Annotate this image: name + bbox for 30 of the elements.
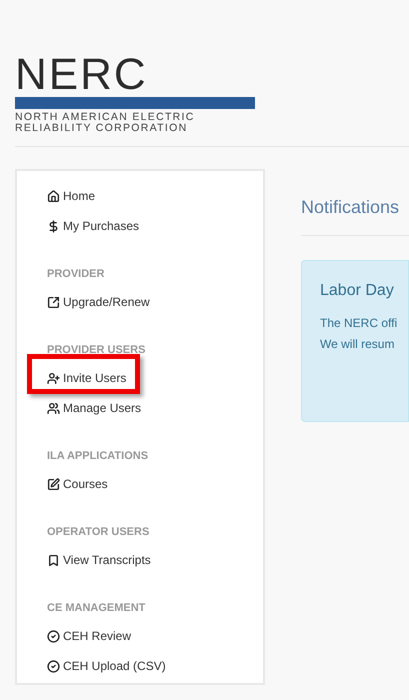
sidebar-link[interactable]: Upgrade/Renew [47,294,150,310]
section-heading: CE MANAGEMENT [47,601,146,616]
edit-icon [47,478,60,490]
user-plus-icon [47,372,60,384]
home-icon [47,190,60,202]
check-circle-icon [47,630,60,642]
alert-title: Labor Day [320,281,395,301]
logo-wordmark: NERC [15,55,149,95]
sidebar-link[interactable]: Home [47,188,96,204]
section-heading: ILA APPLICATIONS [47,449,150,464]
section-heading: PROVIDER [47,267,106,282]
sidebar-link[interactable]: Courses [47,476,108,492]
bookmark-icon [47,554,60,566]
users-icon [47,402,60,414]
check-circle-icon [47,660,60,672]
sidebar-link[interactable]: Manage Users [47,400,142,416]
sidebar-link[interactable]: Invite Users [47,370,126,386]
section-heading: OPERATOR USERS [47,525,150,540]
logo-subtitle: RELIABILITY CORPORATION [15,123,188,134]
logo-subtitle: NORTH AMERICAN ELECTRIC [15,112,196,123]
sidebar-link[interactable]: CEH Upload (CSV) [47,658,166,674]
alert-text: We will resum [320,336,396,353]
sidebar-link[interactable]: CEH Review [47,628,132,644]
section-heading: PROVIDER USERS [47,343,146,358]
external-link-icon [47,296,60,308]
alert-text: The NERC offi [320,315,398,332]
sidebar-link[interactable]: View Transcripts [47,552,151,568]
sidebar-link[interactable]: My Purchases [47,218,140,234]
dollar-icon [47,220,60,232]
page-title: Notifications [301,196,400,219]
